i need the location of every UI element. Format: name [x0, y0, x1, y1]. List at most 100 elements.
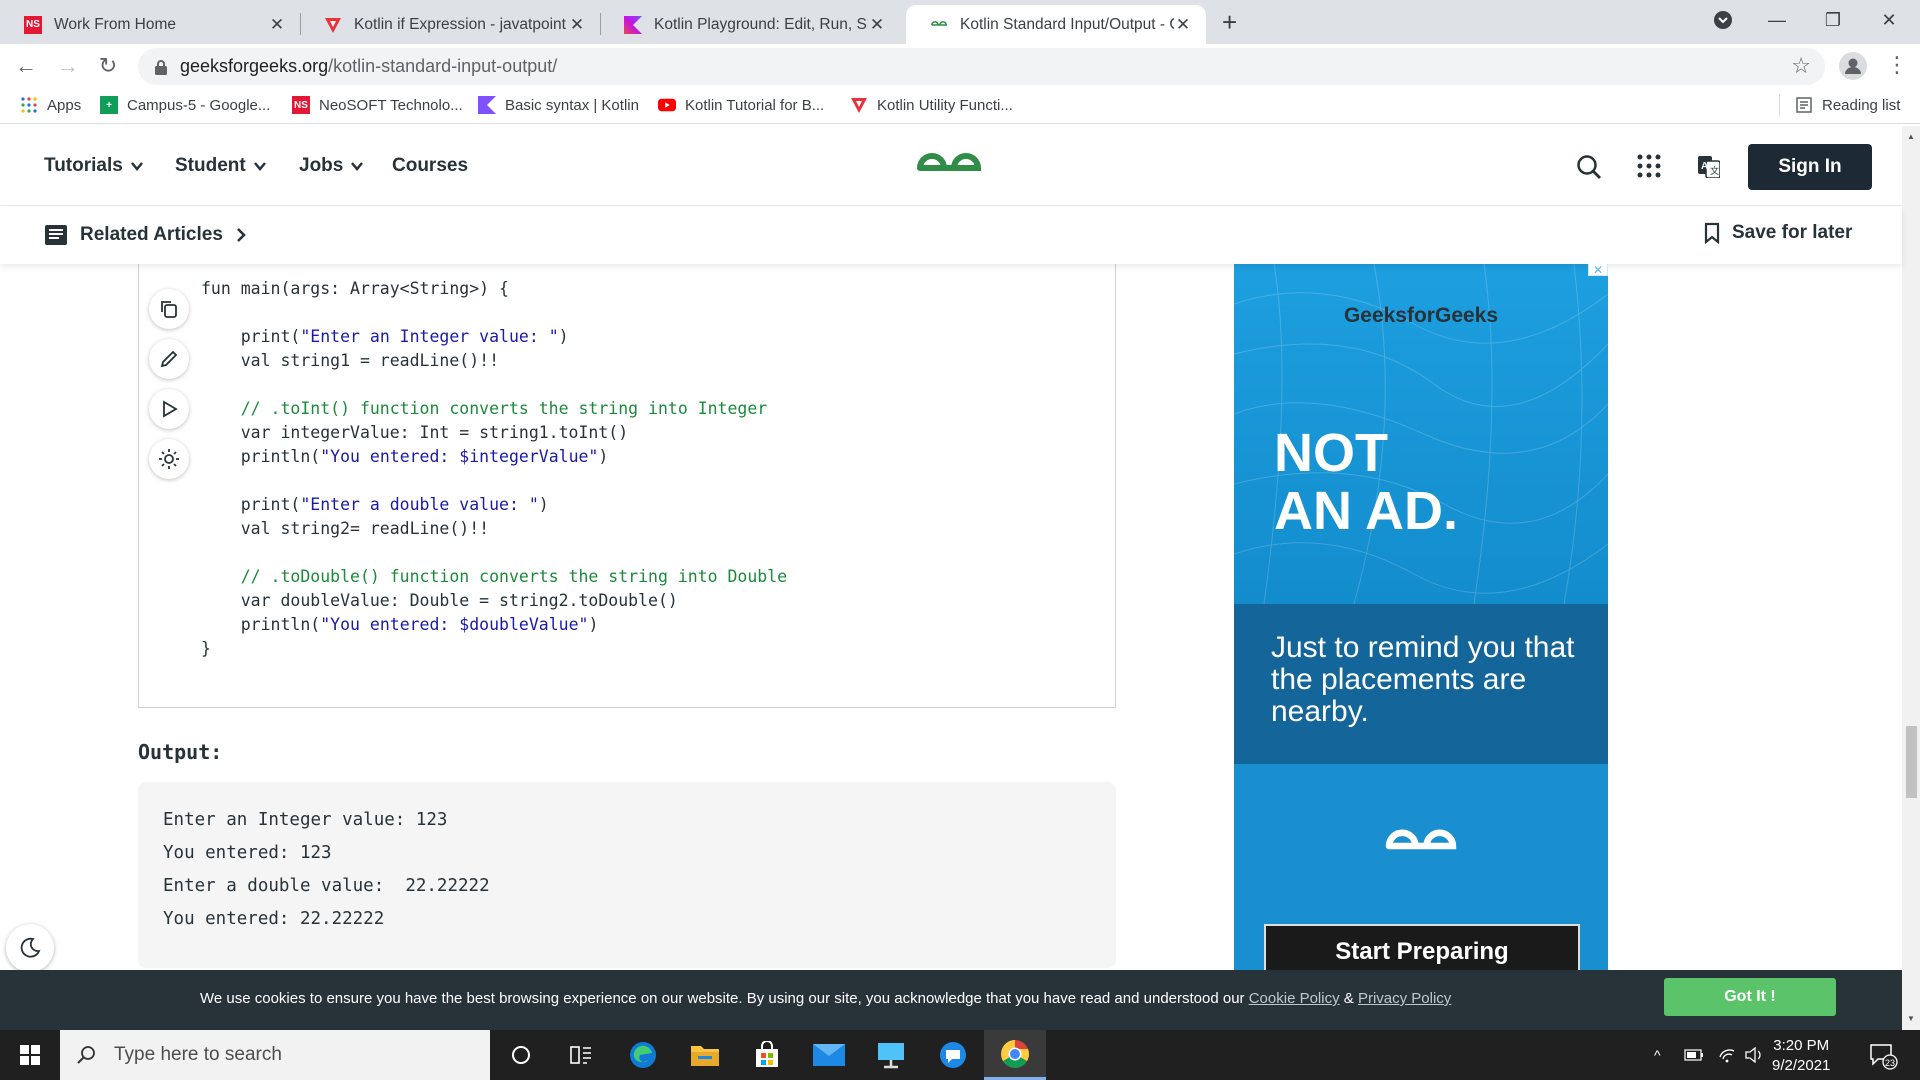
bookmark-label: Basic syntax | Kotlin: [505, 96, 639, 114]
restore-button[interactable]: ❐: [1810, 4, 1856, 36]
address-bar[interactable]: geeksforgeeks.org/kotlin-standard-input-…: [138, 48, 1825, 85]
chevron-down-icon: [351, 162, 364, 171]
forward-button[interactable]: →: [54, 52, 82, 80]
tab-strip: NS Work From Home ✕ Kotlin if Expression…: [0, 0, 1920, 44]
theme-toggle-button[interactable]: [149, 439, 189, 479]
tab-work-from-home[interactable]: NS Work From Home ✕: [0, 5, 300, 44]
bookmark-basic-syntax[interactable]: Basic syntax | Kotlin: [478, 96, 639, 114]
ad-close-icon[interactable]: ✕: [1588, 264, 1608, 277]
cortana-icon[interactable]: [490, 1030, 552, 1080]
wifi-icon[interactable]: [1718, 1030, 1736, 1080]
edit-code-button[interactable]: [149, 339, 189, 379]
kotlin-icon: [624, 15, 642, 34]
tab-title: Work From Home: [54, 15, 177, 33]
code-line: val string2= readLine()!!: [201, 519, 490, 538]
code-line: fun main(args: Array<String>) {: [201, 279, 509, 298]
scroll-up-icon[interactable]: ▲: [1907, 132, 1915, 141]
nav-label: Jobs: [299, 155, 344, 176]
related-articles-button[interactable]: Related Articles: [44, 222, 247, 248]
minimize-button[interactable]: —: [1754, 4, 1800, 36]
chevron-right-icon: [237, 228, 246, 242]
chrome-icon[interactable]: [984, 1030, 1046, 1080]
nav-label: Tutorials: [44, 155, 123, 176]
page-scrollbar[interactable]: ▲ ▼: [1902, 126, 1920, 1030]
browser-menu-icon[interactable]: ⋮: [1886, 52, 1908, 78]
save-for-later-button[interactable]: Save for later: [1704, 222, 1852, 244]
run-code-button[interactable]: [149, 389, 189, 429]
close-tab-icon[interactable]: ✕: [1174, 15, 1192, 35]
bookmark-star-icon[interactable]: ☆: [1791, 53, 1811, 79]
bookmark-kotlin-utility[interactable]: Kotlin Utility Functi...: [850, 96, 1013, 114]
output-heading: Output:: [138, 740, 223, 764]
task-view-icon[interactable]: [550, 1030, 612, 1080]
reading-list[interactable]: Reading list: [1795, 96, 1900, 114]
back-button[interactable]: ←: [12, 52, 40, 80]
tab-kotlin-if-expression[interactable]: Kotlin if Expression - javatpoint ✕: [300, 5, 600, 44]
ad-headline: NOT AN AD.: [1274, 423, 1458, 541]
reload-button[interactable]: ↻: [94, 52, 122, 80]
tab-kotlin-standard-io[interactable]: Kotlin Standard Input/Output - G ✕: [906, 5, 1206, 44]
gfg-logo[interactable]: [914, 148, 984, 193]
nav-tutorials[interactable]: Tutorials: [44, 155, 143, 177]
bookmark-kotlin-tutorial[interactable]: Kotlin Tutorial for B...: [658, 96, 824, 114]
volume-icon[interactable]: [1744, 1030, 1764, 1080]
close-tab-icon[interactable]: ✕: [268, 15, 286, 35]
windows-start-icon[interactable]: [0, 1030, 60, 1080]
nav-student[interactable]: Student: [175, 155, 266, 177]
code-line: print("Enter an Integer value: "): [201, 327, 569, 346]
javatpoint-icon: [850, 96, 868, 114]
search-icon[interactable]: [1576, 154, 1602, 185]
javatpoint-icon: [324, 16, 342, 34]
bookmark-neosoft[interactable]: NS NeoSOFT Technolo...: [292, 96, 463, 114]
nav-jobs[interactable]: Jobs: [299, 155, 364, 177]
start-preparing-button[interactable]: Start Preparing: [1264, 924, 1580, 970]
sign-in-button[interactable]: Sign In: [1748, 144, 1872, 190]
edge-icon[interactable]: [612, 1030, 674, 1080]
close-tab-icon[interactable]: ✕: [868, 15, 886, 35]
google-sheets-icon: +: [100, 96, 118, 114]
neosoft-icon: NS: [292, 96, 310, 114]
close-tab-icon[interactable]: ✕: [568, 15, 586, 35]
tab-search-icon[interactable]: [1700, 4, 1746, 36]
cookie-text: We use cookies to ensure you have the be…: [200, 990, 1452, 1007]
scroll-down-icon[interactable]: ▼: [1907, 1014, 1915, 1023]
svg-text:文: 文: [1710, 165, 1719, 176]
nav-courses[interactable]: Courses: [392, 155, 468, 177]
cookie-policy-link[interactable]: Cookie Policy: [1249, 990, 1340, 1007]
new-tab-button[interactable]: +: [1222, 7, 1237, 38]
svg-text:A: A: [1701, 161, 1708, 172]
privacy-policy-link[interactable]: Privacy Policy: [1358, 990, 1451, 1007]
translate-icon[interactable]: A文: [1698, 156, 1721, 183]
bookmark-campus-5[interactable]: + Campus-5 - Google...: [100, 96, 270, 114]
profile-avatar[interactable]: [1839, 52, 1867, 80]
battery-icon[interactable]: [1684, 1030, 1704, 1080]
apps-grid-icon[interactable]: [1637, 154, 1661, 183]
show-hidden-icons[interactable]: ^: [1654, 1030, 1661, 1080]
microsoft-store-icon[interactable]: [736, 1030, 798, 1080]
gfg-logo: [1382, 824, 1460, 873]
taskbar-search-input[interactable]: Type here to search: [60, 1030, 490, 1080]
feedback-hub-icon[interactable]: [922, 1030, 984, 1080]
svg-text:23: 23: [1885, 1058, 1895, 1068]
ad-body-text: Just to remind you that the placements a…: [1271, 631, 1575, 728]
play-icon: [163, 400, 178, 418]
system-clock[interactable]: 3:20 PM 9/2/2021: [1772, 1036, 1830, 1076]
bookmark-apps[interactable]: Apps: [20, 96, 81, 114]
mail-icon[interactable]: [798, 1030, 860, 1080]
advertisement[interactable]: GeeksforGeeks NOT AN AD. Just to remind y…: [1234, 264, 1608, 970]
file-explorer-icon[interactable]: [674, 1030, 736, 1080]
dark-mode-toggle[interactable]: [6, 924, 54, 970]
copy-code-button[interactable]: [149, 289, 189, 329]
tab-kotlin-playground[interactable]: Kotlin Playground: Edit, Run, Shar ✕: [600, 5, 900, 44]
got-it-button[interactable]: Got It !: [1664, 978, 1836, 1016]
scroll-thumb[interactable]: [1906, 726, 1917, 798]
action-center-icon[interactable]: 23: [1868, 1030, 1898, 1080]
remote-desktop-icon[interactable]: [860, 1030, 922, 1080]
code-line: println("You entered: $doubleValue"): [201, 615, 599, 634]
pencil-icon: [160, 350, 178, 368]
close-window-button[interactable]: ✕: [1866, 4, 1912, 36]
tab-title: Kotlin if Expression - javatpoint: [354, 15, 566, 33]
chevron-down-icon: [253, 162, 266, 171]
